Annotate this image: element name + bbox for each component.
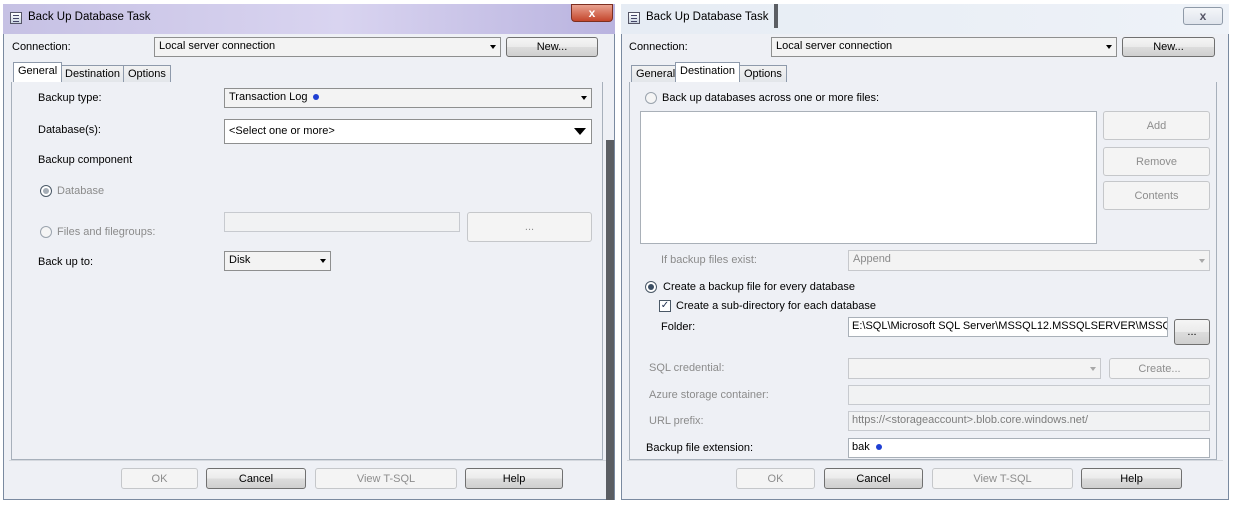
extension-input[interactable]: bak: [848, 438, 1210, 458]
chevron-down-icon: [1106, 45, 1112, 49]
title-bar: Back Up Database Task x: [621, 4, 1229, 34]
extension-value: bak: [852, 441, 870, 453]
files-filegroups-radio[interactable]: [40, 226, 52, 238]
tab-destination[interactable]: Destination: [60, 65, 126, 82]
tab-options[interactable]: Options: [123, 65, 171, 82]
window-edge-shadow: [774, 4, 778, 28]
url-prefix-label: URL prefix:: [649, 415, 704, 427]
status-dot-icon: [875, 444, 882, 451]
dropdown-button[interactable]: [569, 120, 591, 143]
if-exists-label: If backup files exist:: [661, 254, 757, 266]
tab-options[interactable]: Options: [739, 65, 787, 82]
cancel-button[interactable]: Cancel: [824, 468, 923, 489]
button-bar: OK Cancel View T-SQL Help: [9, 460, 609, 494]
connection-label: Connection:: [12, 41, 71, 53]
extension-label: Backup file extension:: [646, 442, 754, 454]
backup-to-dropdown[interactable]: Disk: [224, 251, 331, 271]
help-button[interactable]: Help: [465, 468, 563, 489]
connection-dropdown[interactable]: Local server connection: [154, 37, 501, 57]
across-files-label: Back up databases across one or more fil…: [662, 92, 880, 104]
app-icon: [10, 12, 22, 24]
chevron-down-icon: [1199, 258, 1205, 263]
left-dialog-window: Back Up Database Task x Connection: Loca…: [3, 4, 615, 500]
azure-container-field[interactable]: [848, 385, 1210, 405]
add-button[interactable]: Add: [1103, 111, 1210, 140]
window-title: Back Up Database Task: [28, 11, 151, 23]
tab-general[interactable]: General: [13, 62, 63, 82]
if-exists-dropdown[interactable]: Append: [848, 250, 1210, 271]
folder-browse-button[interactable]: ...: [1174, 319, 1210, 345]
backup-files-list[interactable]: [640, 111, 1097, 244]
chevron-down-icon: [581, 96, 587, 100]
new-connection-button[interactable]: New...: [1122, 37, 1215, 57]
connection-label: Connection:: [629, 41, 688, 53]
close-button[interactable]: x: [1183, 7, 1223, 25]
create-file-radio[interactable]: [645, 281, 657, 293]
title-bar: Back Up Database Task x: [3, 4, 615, 34]
backup-component-label: Backup component: [38, 154, 133, 166]
remove-button[interactable]: Remove: [1103, 147, 1210, 176]
backup-type-value: Transaction Log: [229, 91, 308, 103]
chevron-down-icon: [490, 45, 496, 49]
backup-type-dropdown[interactable]: Transaction Log: [224, 88, 592, 108]
backup-to-label: Back up to:: [38, 256, 94, 268]
destination-panel: Back up databases across one or more fil…: [629, 82, 1217, 460]
create-file-label: Create a backup file for every database: [663, 281, 856, 293]
database-radio-label: Database: [57, 185, 105, 197]
status-dot-icon: [313, 94, 320, 101]
chevron-down-icon: [1090, 366, 1096, 371]
url-prefix-field[interactable]: https://<storageaccount>.blob.core.windo…: [848, 411, 1210, 431]
chevron-down-icon: [320, 259, 326, 263]
window-edge-shadow: [606, 140, 614, 500]
azure-container-label: Azure storage container:: [649, 389, 769, 401]
view-tsql-button[interactable]: View T-SQL: [315, 468, 457, 489]
tab-general[interactable]: General: [631, 65, 681, 82]
ok-button[interactable]: OK: [736, 468, 815, 489]
close-button[interactable]: x: [571, 4, 613, 22]
database-radio[interactable]: [40, 185, 52, 197]
backup-to-value: Disk: [229, 254, 251, 266]
subdir-label: Create a sub-directory for each database: [676, 300, 876, 312]
create-credential-button[interactable]: Create...: [1109, 358, 1210, 379]
contents-button[interactable]: Contents: [1103, 181, 1210, 210]
tab-destination[interactable]: Destination: [675, 62, 741, 82]
new-connection-button[interactable]: New...: [506, 37, 598, 57]
help-button[interactable]: Help: [1081, 468, 1182, 489]
files-filegroups-label: Files and filegroups:: [57, 226, 156, 238]
app-icon: [628, 12, 640, 24]
connection-dropdown[interactable]: Local server connection: [771, 37, 1117, 57]
general-panel: Backup type: Transaction Log Database(s)…: [11, 82, 603, 460]
folder-input[interactable]: E:\SQL\Microsoft SQL Server\MSSQL12.MSSQ…: [848, 317, 1168, 337]
databases-value: <Select one or more>: [229, 125, 335, 137]
subdir-checkbox[interactable]: ✓: [659, 300, 671, 312]
cancel-button[interactable]: Cancel: [206, 468, 306, 489]
chevron-down-icon: [574, 128, 586, 135]
window-title: Back Up Database Task: [646, 11, 769, 23]
if-exists-value: Append: [853, 253, 891, 265]
connection-value: Local server connection: [159, 40, 276, 52]
sql-credential-dropdown[interactable]: [848, 358, 1101, 379]
button-bar: OK Cancel View T-SQL Help: [627, 460, 1223, 494]
connection-value: Local server connection: [776, 40, 893, 52]
databases-label: Database(s):: [38, 124, 101, 136]
folder-label: Folder:: [661, 321, 696, 333]
dialog-content: Connection: Local server connection New.…: [627, 34, 1223, 494]
sql-credential-label: SQL credential:: [649, 362, 725, 374]
dialog-content: Connection: Local server connection New.…: [9, 34, 609, 494]
files-browse-button[interactable]: ...: [467, 212, 592, 242]
backup-type-label: Backup type:: [38, 92, 102, 104]
files-filegroups-field[interactable]: [224, 212, 460, 232]
databases-dropdown[interactable]: <Select one or more>: [224, 119, 592, 144]
view-tsql-button[interactable]: View T-SQL: [932, 468, 1073, 489]
ok-button[interactable]: OK: [121, 468, 198, 489]
across-files-radio[interactable]: [645, 92, 657, 104]
right-dialog-window: Back Up Database Task x Connection: Loca…: [621, 4, 1229, 500]
